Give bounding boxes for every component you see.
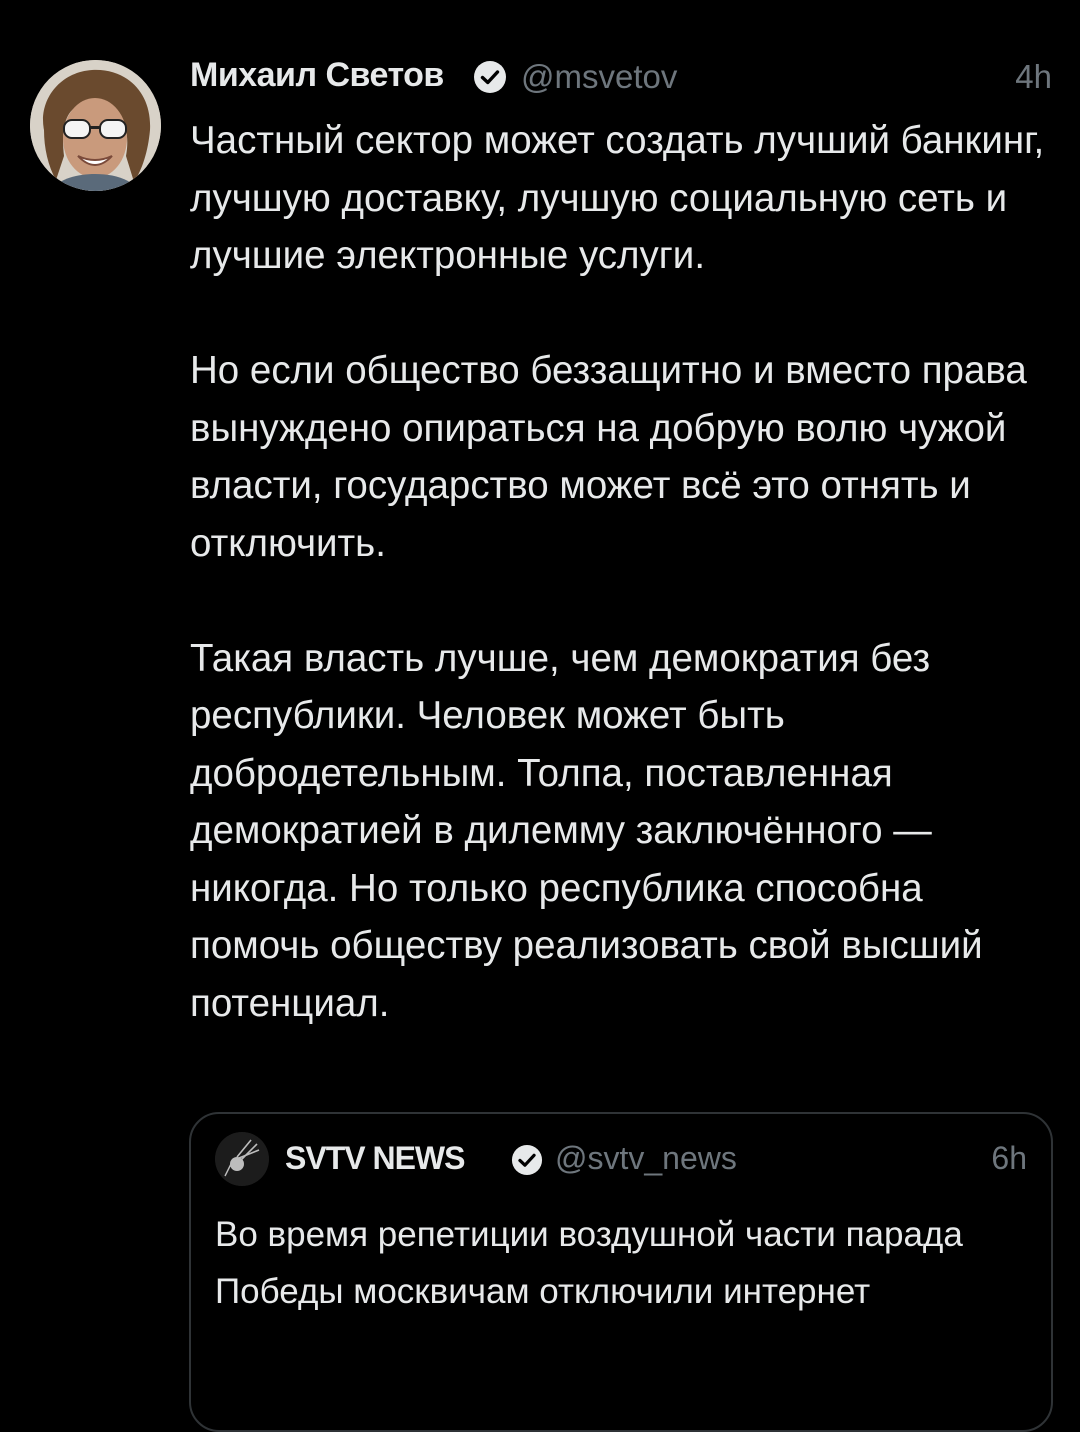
tweet[interactable]: Михаил Светов @msvetov 4h Частный сектор…	[0, 0, 1080, 1432]
satellite-logo-icon	[215, 1132, 269, 1186]
author-avatar[interactable]	[30, 60, 161, 191]
tweet-paragraph: Частный сектор может создать лучший банк…	[190, 119, 1045, 277]
quote-author-handle[interactable]: @svtv_news	[555, 1140, 737, 1177]
tweet-timestamp[interactable]: 4h	[1015, 58, 1052, 96]
tweet-text: Частный сектор может создать лучший банк…	[190, 112, 1052, 1032]
author-handle[interactable]: @msvetov	[521, 58, 677, 96]
quote-text: Во время репетиции воздушной части парад…	[215, 1215, 963, 1311]
verified-check-icon	[474, 61, 506, 93]
quoted-tweet[interactable]: SVTV NEWS @svtv_news 6h Во время репетиц…	[189, 1112, 1053, 1432]
quote-timestamp[interactable]: 6h	[991, 1140, 1027, 1177]
tweet-header: Михаил Светов @msvetov 4h	[190, 52, 1052, 102]
author-display-name[interactable]: Михаил Светов	[190, 56, 444, 95]
tweet-paragraph: Такая власть лучше, чем демократия без р…	[190, 636, 983, 1025]
tweet-paragraph: Но если общество беззащитно и вместо пра…	[190, 349, 1027, 565]
quote-avatar[interactable]	[215, 1132, 269, 1186]
verified-check-icon	[511, 1144, 543, 1176]
quote-author-display-name[interactable]: SVTV NEWS	[285, 1140, 465, 1177]
